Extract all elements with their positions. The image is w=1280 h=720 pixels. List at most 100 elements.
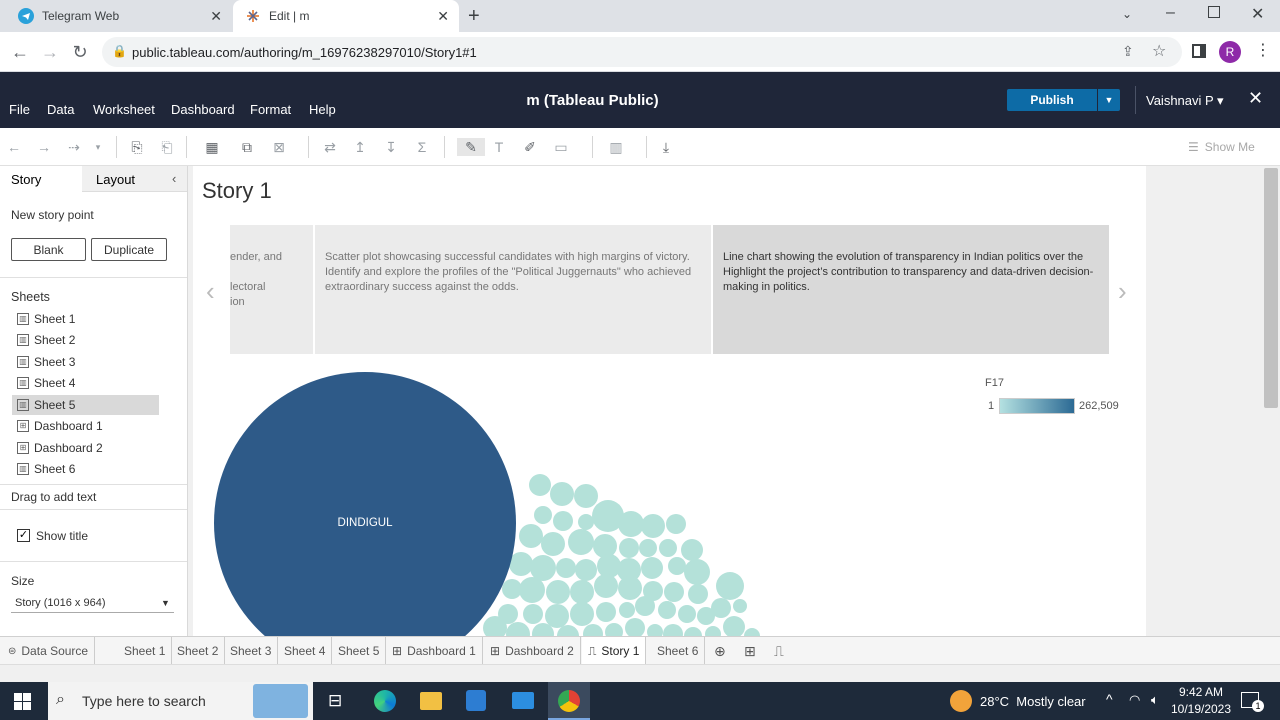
more-menu-icon[interactable]: ⋮ <box>1255 40 1271 60</box>
new-worksheet-icon[interactable]: ⊕ <box>708 637 732 665</box>
story-point-2[interactable]: Scatter plot showcasing successful candi… <box>315 225 711 354</box>
totals-icon[interactable]: Σ <box>412 138 432 156</box>
new-story-icon[interactable]: ⎍ <box>768 637 790 665</box>
drag-to-add-text[interactable]: Drag to add text <box>11 490 96 504</box>
chrome-taskbar-button[interactable] <box>548 682 590 720</box>
menu-worksheet[interactable]: Worksheet <box>93 102 155 117</box>
duplicate-button[interactable]: Duplicate <box>91 238 167 261</box>
tab-sheet-2[interactable]: Sheet 2 <box>171 637 226 665</box>
tab-data-source[interactable]: ⊜ Data Source <box>2 637 96 665</box>
sheet-item-sheet-3[interactable]: ▥ Sheet 3 <box>12 352 159 372</box>
revert-dropdown-icon[interactable]: ▾ <box>88 138 108 156</box>
tab-story[interactable]: Story <box>11 172 41 187</box>
sort-desc-icon[interactable]: ↧ <box>381 138 401 156</box>
prev-story-point-icon[interactable]: ‹ <box>206 276 215 307</box>
menu-help[interactable]: Help <box>309 102 336 117</box>
tab-edit-m[interactable]: Edit | m ✕ <box>233 0 459 32</box>
tab-sheet-6[interactable]: Sheet 6 <box>651 637 706 665</box>
tab-dashboard-2[interactable]: ⊞ Dashboard 2 <box>484 637 581 665</box>
publish-dropdown-icon[interactable]: ▼ <box>1098 89 1120 111</box>
tab-sheet-4[interactable]: Sheet 4 <box>278 637 333 665</box>
back-icon[interactable]: ← <box>5 32 35 72</box>
revert-icon[interactable]: ⇢ <box>64 138 84 156</box>
sort-asc-icon[interactable]: ↥ <box>350 138 370 156</box>
search-highlight-image <box>253 684 308 718</box>
clock-date[interactable]: 10/19/2023 <box>1168 702 1234 716</box>
legend-min: 1 <box>988 400 995 412</box>
tab-sheet-3[interactable]: Sheet 3 <box>224 637 279 665</box>
show-cards-icon[interactable]: ▥ <box>606 138 626 156</box>
store-icon[interactable] <box>466 690 486 711</box>
fit-icon[interactable]: ▭ <box>551 138 571 156</box>
show-title-checkbox[interactable]: ✓ <box>17 529 30 542</box>
task-view-icon[interactable]: ⊟ <box>328 691 342 711</box>
tab-sheet-5[interactable]: Sheet 5 <box>332 637 387 665</box>
tab-dashboard-1[interactable]: ⊞ Dashboard 1 <box>386 637 483 665</box>
toolbar-separator <box>646 136 647 158</box>
url-input[interactable]: 🔒 public.tableau.com/authoring/m_1697623… <box>102 37 1182 67</box>
taskbar-search-box[interactable]: ⌕ Type here to search <box>48 682 313 720</box>
bookmark-star-icon[interactable]: ☆ <box>1152 41 1166 61</box>
close-window-icon[interactable]: ✕ <box>1251 4 1264 24</box>
clock-time[interactable]: 9:42 AM <box>1174 685 1228 699</box>
weather-text[interactable]: 28°C Mostly clear <box>980 694 1086 709</box>
menu-format[interactable]: Format <box>250 102 291 117</box>
collapse-panel-icon[interactable]: ‹ <box>172 171 176 186</box>
sheet-item-dashboard-2[interactable]: ⊞ Dashboard 2 <box>12 438 159 458</box>
close-tab-icon[interactable]: ✕ <box>437 8 449 25</box>
close-editor-icon[interactable]: ✕ <box>1248 88 1263 109</box>
scrollbar-thumb[interactable] <box>1264 168 1278 408</box>
download-icon[interactable]: ⤓ <box>656 138 676 156</box>
clear-sheet-icon[interactable]: ⊠ <box>269 138 289 156</box>
sheet-item-sheet-4[interactable]: ▥ Sheet 4 <box>12 373 159 393</box>
tab-search-icon[interactable]: ⌄ <box>1122 7 1132 21</box>
new-sheet-icon[interactable]: ▦ <box>202 138 222 156</box>
sheet-item-sheet-6[interactable]: ▥ Sheet 6 <box>12 459 159 479</box>
mail-icon[interactable] <box>512 692 534 709</box>
highlight-icon[interactable]: ✎ <box>457 138 485 156</box>
chevron-up-icon[interactable]: ^ <box>1106 691 1113 707</box>
labels-icon[interactable]: T <box>489 138 509 156</box>
volume-icon[interactable]: 🔈︎ <box>1151 692 1159 708</box>
redo-icon[interactable]: → <box>34 138 54 156</box>
blank-button[interactable]: Blank <box>11 238 86 261</box>
undo-icon[interactable]: ← <box>4 138 24 156</box>
forward-icon[interactable]: → <box>35 32 65 72</box>
swap-icon[interactable]: ⇄ <box>320 138 340 156</box>
new-datasource-icon[interactable]: ⎘ <box>127 138 147 156</box>
new-dashboard-icon[interactable]: ⊞ <box>738 637 762 665</box>
size-dropdown[interactable]: Story (1016 x 964) ▼ <box>11 595 174 613</box>
sheet-item-dashboard-1[interactable]: ⊞ Dashboard 1 <box>12 416 159 436</box>
user-menu[interactable]: Vaishnavi P ▾ <box>1146 93 1224 109</box>
story-point-1[interactable]: ender, and lectoral ion <box>230 225 313 354</box>
format-workbook-icon[interactable]: ✐ <box>520 138 540 156</box>
pause-updates-icon[interactable]: ⎗ <box>157 138 177 156</box>
restore-icon[interactable] <box>1208 6 1220 18</box>
menu-file[interactable]: File <box>9 102 30 117</box>
tab-sheet-1[interactable]: Sheet 1 <box>118 637 173 665</box>
story-point-3-active[interactable]: Line chart showing the evolution of tran… <box>713 225 1109 354</box>
share-icon[interactable]: ⇪ <box>1122 43 1134 60</box>
sheet-item-sheet-1[interactable]: ▥ Sheet 1 <box>12 309 159 329</box>
menu-data[interactable]: Data <box>47 102 74 117</box>
duplicate-sheet-icon[interactable]: ⧉ <box>237 138 257 156</box>
publish-button[interactable]: Publish <box>1007 89 1097 111</box>
close-tab-icon[interactable]: ✕ <box>210 8 222 25</box>
sheet-item-sheet-5[interactable]: ▥ Sheet 5 <box>12 395 159 415</box>
sidepanel-icon[interactable] <box>1192 44 1206 58</box>
sheet-item-sheet-2[interactable]: ▥ Sheet 2 <box>12 330 159 350</box>
edge-browser-icon[interactable] <box>374 690 396 712</box>
windows-start-icon[interactable] <box>14 693 31 710</box>
tab-layout[interactable]: Layout <box>96 172 135 187</box>
file-explorer-icon[interactable] <box>420 692 442 710</box>
show-me-button[interactable]: ☰ Show Me <box>1188 140 1255 154</box>
menu-dashboard[interactable]: Dashboard <box>171 102 235 117</box>
new-tab-icon[interactable]: + <box>468 5 480 28</box>
minimize-icon[interactable]: – <box>1166 4 1175 22</box>
next-story-point-icon[interactable]: › <box>1118 276 1127 307</box>
reload-icon[interactable]: ↻ <box>65 32 95 72</box>
wifi-icon[interactable]: ◠ <box>1129 692 1140 708</box>
tab-telegram[interactable]: Telegram Web ✕ <box>0 0 232 32</box>
profile-avatar[interactable]: R <box>1219 41 1241 63</box>
tab-story-1[interactable]: ⎍ Story 1 <box>582 637 647 665</box>
